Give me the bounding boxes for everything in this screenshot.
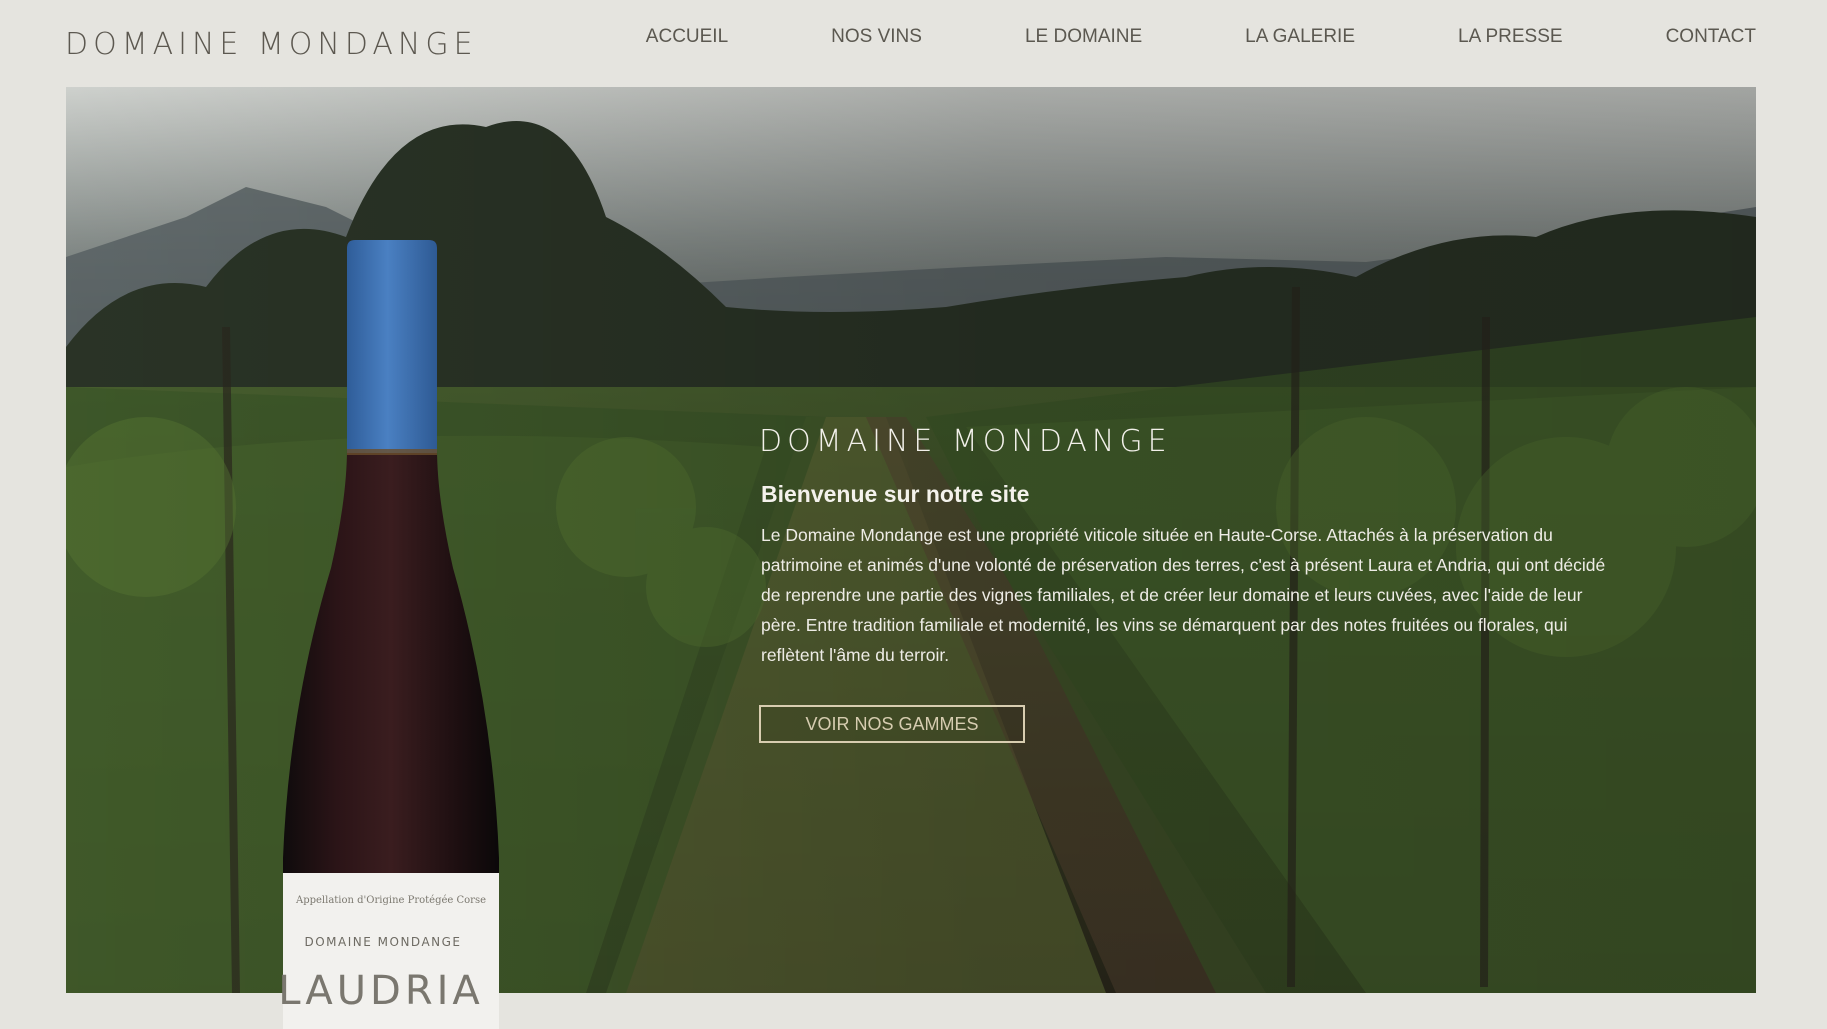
bottle-domain: DOMAINE MONDANGE [304, 935, 461, 949]
bottle-appellation: Appellation d'Origine Protégée Corse [295, 895, 486, 906]
voir-nos-gammes-button[interactable]: VOIR NOS GAMMES [759, 705, 1025, 743]
hero-title: DOMAINE MONDANGE [759, 424, 1172, 459]
hero-subtitle: Bienvenue sur notre site [761, 481, 1030, 507]
nav-contact[interactable]: CONTACT [1666, 26, 1756, 50]
wine-bottle-image: Appellation d'Origine Protégée Corse DOM… [278, 240, 499, 1029]
bottle-name: LAUDRIA [278, 968, 484, 1014]
nav-la-presse[interactable]: LA PRESSE [1458, 26, 1563, 50]
nav-accueil[interactable]: ACCUEIL [646, 26, 728, 50]
main-nav: ACCUEIL NOS VINS LE DOMAINE LA GALERIE L… [646, 26, 1756, 50]
nav-la-galerie[interactable]: LA GALERIE [1245, 26, 1355, 50]
nav-nos-vins[interactable]: NOS VINS [831, 26, 922, 50]
hero-description: Le Domaine Mondange est une propriété vi… [761, 525, 1606, 665]
hero-content: DOMAINE MONDANGE Bienvenue sur notre sit… [759, 424, 1639, 670]
nav-le-domaine[interactable]: LE DOMAINE [1025, 26, 1142, 50]
site-logo[interactable]: DOMAINE MONDANGE [65, 27, 478, 62]
